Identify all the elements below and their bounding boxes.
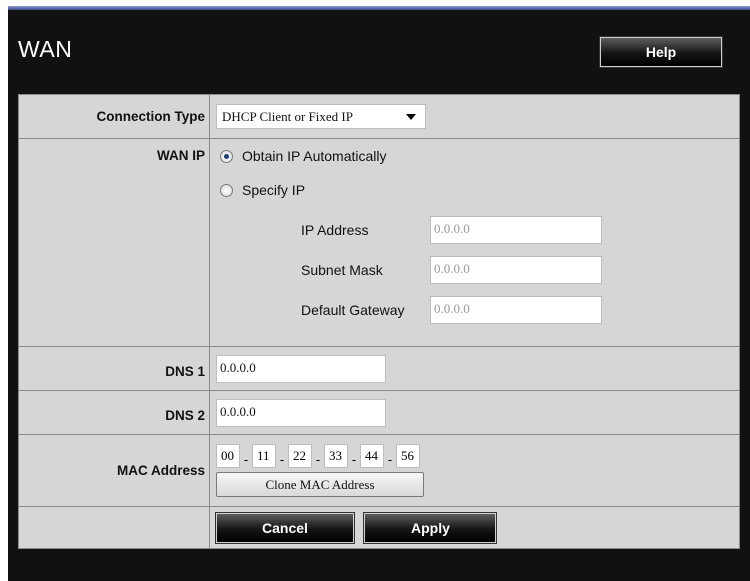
mac-address-fields: 00 - 11 - 22 - 33 - 44 - 56 xyxy=(216,444,739,468)
clone-mac-button[interactable]: Clone MAC Address xyxy=(216,472,424,497)
dns2-row: DNS 2 0.0.0.0 xyxy=(18,390,740,435)
mac-octet-3[interactable]: 22 xyxy=(288,444,312,468)
mac-octet-2[interactable]: 11 xyxy=(252,444,276,468)
ip-address-input[interactable]: 0.0.0.0 xyxy=(430,216,602,244)
dns2-input[interactable]: 0.0.0.0 xyxy=(216,398,386,427)
dns1-row: DNS 1 0.0.0.0 xyxy=(18,346,740,391)
mac-separator: - xyxy=(243,451,249,467)
cancel-button[interactable]: Cancel xyxy=(215,511,355,544)
default-gateway-input[interactable]: 0.0.0.0 xyxy=(430,296,602,324)
apply-button[interactable]: Apply xyxy=(363,511,498,544)
dns1-label: DNS 1 xyxy=(18,346,210,391)
ip-address-row: IP Address 0.0.0.0 xyxy=(301,214,739,246)
mac-octet-5[interactable]: 44 xyxy=(360,444,384,468)
mac-separator: - xyxy=(387,451,393,467)
dropdown-arrow-icon xyxy=(406,113,416,120)
wan-ip-label: WAN IP xyxy=(18,138,210,347)
connection-type-value: DHCP Client or Fixed IP xyxy=(222,108,353,124)
specify-ip-label: Specify IP xyxy=(242,182,306,198)
connection-type-label: Connection Type xyxy=(18,94,210,139)
default-gateway-label: Default Gateway xyxy=(301,302,405,318)
mac-separator: - xyxy=(315,451,321,467)
wan-ip-row: WAN IP Obtain IP Automatically Specify I… xyxy=(18,138,740,347)
help-button[interactable]: Help xyxy=(599,36,723,68)
mac-address-label: MAC Address xyxy=(18,434,210,507)
mac-octet-1[interactable]: 00 xyxy=(216,444,240,468)
connection-type-select[interactable]: DHCP Client or Fixed IP xyxy=(216,104,426,129)
page-frame: WAN Help Connection Type DHCP Client or … xyxy=(0,0,750,581)
specify-ip-option[interactable]: Specify IP xyxy=(216,180,739,200)
specify-ip-radio[interactable] xyxy=(220,183,233,197)
wan-settings-form: Connection Type DHCP Client or Fixed IP … xyxy=(18,94,740,549)
default-gateway-row: Default Gateway 0.0.0.0 xyxy=(301,294,739,326)
mac-separator: - xyxy=(351,451,357,467)
obtain-ip-label: Obtain IP Automatically xyxy=(242,148,387,164)
dns2-label: DNS 2 xyxy=(18,390,210,435)
mac-address-row: MAC Address 00 - 11 - 22 - 33 - 44 - 56 … xyxy=(18,434,740,507)
mac-separator: - xyxy=(279,451,285,467)
dns1-input[interactable]: 0.0.0.0 xyxy=(216,354,386,383)
subnet-mask-input[interactable]: 0.0.0.0 xyxy=(430,256,602,284)
obtain-ip-radio[interactable] xyxy=(220,149,233,163)
ip-address-label: IP Address xyxy=(301,222,369,238)
subnet-mask-label: Subnet Mask xyxy=(301,262,383,278)
mac-octet-4[interactable]: 33 xyxy=(324,444,348,468)
subnet-mask-row: Subnet Mask 0.0.0.0 xyxy=(301,254,739,286)
connection-type-row: Connection Type DHCP Client or Fixed IP xyxy=(18,94,740,139)
top-accent-bar xyxy=(8,6,750,10)
obtain-ip-option[interactable]: Obtain IP Automatically xyxy=(216,146,739,166)
mac-octet-6[interactable]: 56 xyxy=(396,444,420,468)
page-title: WAN xyxy=(18,36,73,62)
actions-row: Cancel Apply xyxy=(18,506,740,549)
